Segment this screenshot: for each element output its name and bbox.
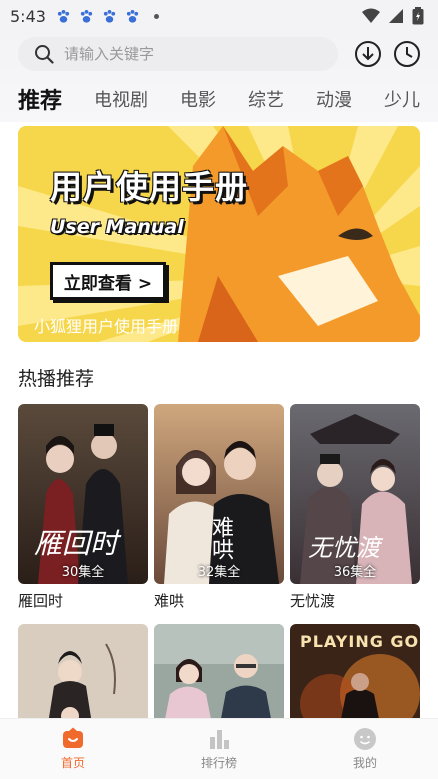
drama-card[interactable] <box>18 624 148 724</box>
drama-card[interactable]: 雁回时 30集全 雁回时 <box>18 404 148 611</box>
download-icon[interactable] <box>354 40 382 68</box>
battery-icon <box>412 7 424 25</box>
drama-card[interactable] <box>154 624 284 724</box>
card-title[interactable]: 无忧渡 <box>290 590 420 611</box>
more-notifications-dot <box>153 13 159 19</box>
status-time: 5:43 <box>10 6 46 26</box>
tab-variety[interactable]: 综艺 <box>216 86 284 112</box>
tab-kids[interactable]: 少儿 <box>352 86 420 112</box>
paw-icon <box>103 9 116 23</box>
drama-card[interactable]: 难哄 32集全 难哄 <box>154 404 284 611</box>
card-title[interactable]: 难哄 <box>154 590 284 611</box>
poster-title-art: 无忧渡 <box>308 534 380 562</box>
paw-icon <box>80 9 93 23</box>
nav-profile[interactable]: 我的 <box>292 719 438 779</box>
episode-badge: 30集全 <box>61 565 105 580</box>
nav-ranking-label: 排行榜 <box>200 756 237 770</box>
section-title: 热播推荐 <box>18 368 95 390</box>
paw-icon <box>126 9 139 23</box>
bottom-navigation: 首页 排行榜 我的 <box>0 718 438 779</box>
poster-title-art: 雁回时 <box>34 527 119 560</box>
drama-poster[interactable] <box>18 624 148 724</box>
episode-badge: 32集全 <box>197 565 241 580</box>
ranking-icon <box>210 730 229 749</box>
tab-movies[interactable]: 电影 <box>148 86 216 112</box>
tab-tv-series[interactable]: 电视剧 <box>62 86 148 112</box>
drama-poster[interactable]: 雁回时 30集全 <box>18 404 148 584</box>
nav-profile-label: 我的 <box>352 756 377 770</box>
paw-icon <box>57 9 70 23</box>
poster-artwork <box>154 624 284 724</box>
card-title[interactable]: 雁回时 <box>18 590 148 611</box>
nav-ranking[interactable]: 排行榜 <box>146 719 292 779</box>
drama-card[interactable]: 无忧渡 36集全 无忧渡 <box>290 404 420 611</box>
signal-icon <box>389 9 403 23</box>
history-clock-icon[interactable] <box>393 40 421 68</box>
search-bar[interactable] <box>18 37 338 71</box>
banner-title: 用户使用手册 <box>50 168 249 206</box>
notification-icons <box>56 9 159 24</box>
search-icon <box>35 45 54 64</box>
drama-poster[interactable] <box>154 624 284 724</box>
poster-title-art: 难哄 <box>208 516 233 560</box>
nav-home[interactable]: 首页 <box>0 719 146 779</box>
status-bar: 5:43 <box>0 0 438 32</box>
banner-caption: 小狐狸用户使用手册 <box>34 317 179 336</box>
tab-anime[interactable]: 动漫 <box>284 86 352 112</box>
episode-badge: 36集全 <box>333 565 377 580</box>
home-icon <box>63 727 83 748</box>
promo-banner[interactable]: 用户使用手册 User Manual 立即查看 > 小狐狸用户使用手册 <box>18 126 420 342</box>
view-now-button[interactable]: 立即查看 > <box>50 262 166 300</box>
drama-card[interactable]: PLAYING GO <box>290 624 420 724</box>
tab-recommend[interactable]: 推荐 <box>0 83 62 115</box>
poster-artwork <box>18 624 148 724</box>
wifi-icon <box>362 8 380 23</box>
drama-poster[interactable]: PLAYING GO <box>290 624 420 724</box>
poster-title-art: PLAYING GO <box>300 632 420 651</box>
nav-home-label: 首页 <box>60 756 85 770</box>
drama-poster[interactable]: 无忧渡 36集全 <box>290 404 420 584</box>
profile-icon <box>354 728 376 750</box>
search-input[interactable] <box>64 45 304 63</box>
drama-poster[interactable]: 难哄 32集全 <box>154 404 284 584</box>
category-tabs: 推荐 电视剧 电影 综艺 动漫 少儿 <box>0 80 438 118</box>
banner-subtitle: User Manual <box>50 216 184 238</box>
